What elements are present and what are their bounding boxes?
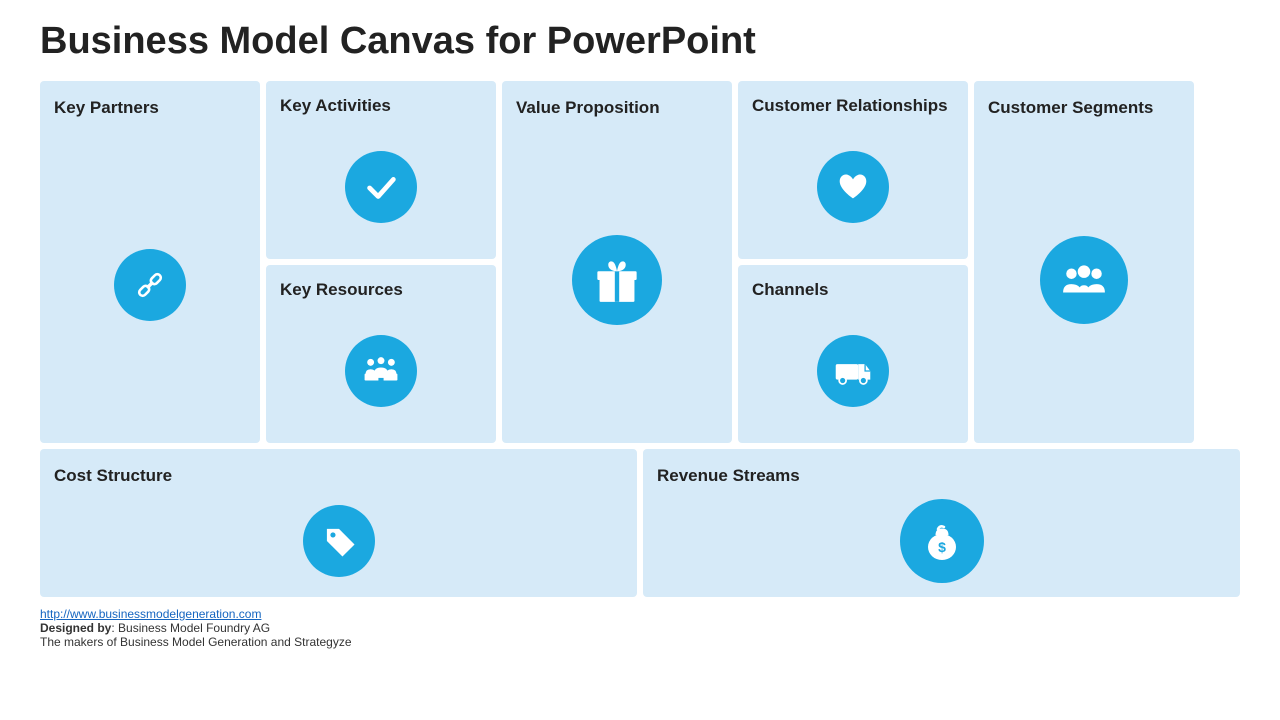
channels-label: Channels	[752, 279, 829, 300]
cell-customer-relationships: Customer Relationships	[738, 81, 968, 259]
customer-relationships-label: Customer Relationships	[752, 95, 948, 116]
value-proposition-icon-area	[516, 126, 718, 433]
cell-revenue-streams: Revenue Streams $	[643, 449, 1240, 597]
bottom-row: Cost Structure Revenue Streams	[40, 449, 1240, 597]
cell-cost-structure: Cost Structure	[40, 449, 637, 597]
checkmark-icon	[362, 168, 400, 206]
key-activities-label: Key Activities	[280, 95, 391, 116]
page-title: Business Model Canvas for PowerPoint	[40, 20, 1240, 63]
footer-designed-label: Designed by	[40, 621, 111, 635]
channels-icon-area	[752, 308, 954, 433]
revenue-streams-icon: $	[900, 499, 984, 583]
key-resources-label: Key Resources	[280, 279, 403, 300]
customer-relationships-icon-area	[752, 124, 954, 249]
footer-url[interactable]: http://www.businessmodelgeneration.com	[40, 607, 261, 621]
footer-tagline: The makers of Business Model Generation …	[40, 635, 352, 649]
canvas-grid: Key Partners Key Activities	[40, 81, 1240, 597]
cost-structure-label: Cost Structure	[54, 465, 172, 486]
customer-relationships-icon	[817, 151, 889, 223]
channels-icon	[817, 335, 889, 407]
footer-designed-value: : Business Model Foundry AG	[111, 621, 270, 635]
customer-segments-icon-area	[988, 126, 1180, 433]
price-tag-icon	[320, 522, 358, 560]
key-partners-icon	[114, 249, 186, 321]
key-resources-icon-area	[280, 308, 482, 433]
value-proposition-label: Value Proposition	[516, 97, 660, 118]
revenue-streams-label: Revenue Streams	[657, 465, 800, 486]
key-resources-icon	[345, 335, 417, 407]
cell-key-partners: Key Partners	[40, 81, 260, 443]
cost-structure-icon	[303, 505, 375, 577]
customer-segments-label: Customer Segments	[988, 97, 1153, 118]
cell-key-activities: Key Activities	[266, 81, 496, 259]
key-activities-icon-area	[280, 124, 482, 249]
revenue-streams-icon-area: $	[657, 494, 1226, 587]
cost-structure-icon-area	[54, 494, 623, 587]
cell-channels: Channels	[738, 265, 968, 443]
money-bag-icon: $	[920, 519, 964, 563]
key-partners-icon-area	[54, 136, 246, 433]
key-activities-icon	[345, 151, 417, 223]
value-proposition-icon	[572, 235, 662, 325]
customer-segments-icon	[1040, 236, 1128, 324]
footer: http://www.businessmodelgeneration.com D…	[40, 607, 1240, 649]
svg-text:$: $	[938, 539, 946, 555]
key-partners-label: Key Partners	[54, 97, 159, 118]
cell-key-resources: Key Resources	[266, 265, 496, 443]
cell-customer-segments: Customer Segments	[974, 81, 1194, 443]
gift-icon	[593, 256, 641, 304]
truck-icon	[834, 352, 872, 390]
cell-value-proposition: Value Proposition	[502, 81, 732, 443]
col-activities-resources: Key Activities Key Resources	[266, 81, 496, 443]
col-customer-rel-channels: Customer Relationships Channels	[738, 81, 968, 443]
heart-icon	[834, 168, 872, 206]
people-icon	[1061, 257, 1107, 303]
top-row: Key Partners Key Activities	[40, 81, 1240, 443]
